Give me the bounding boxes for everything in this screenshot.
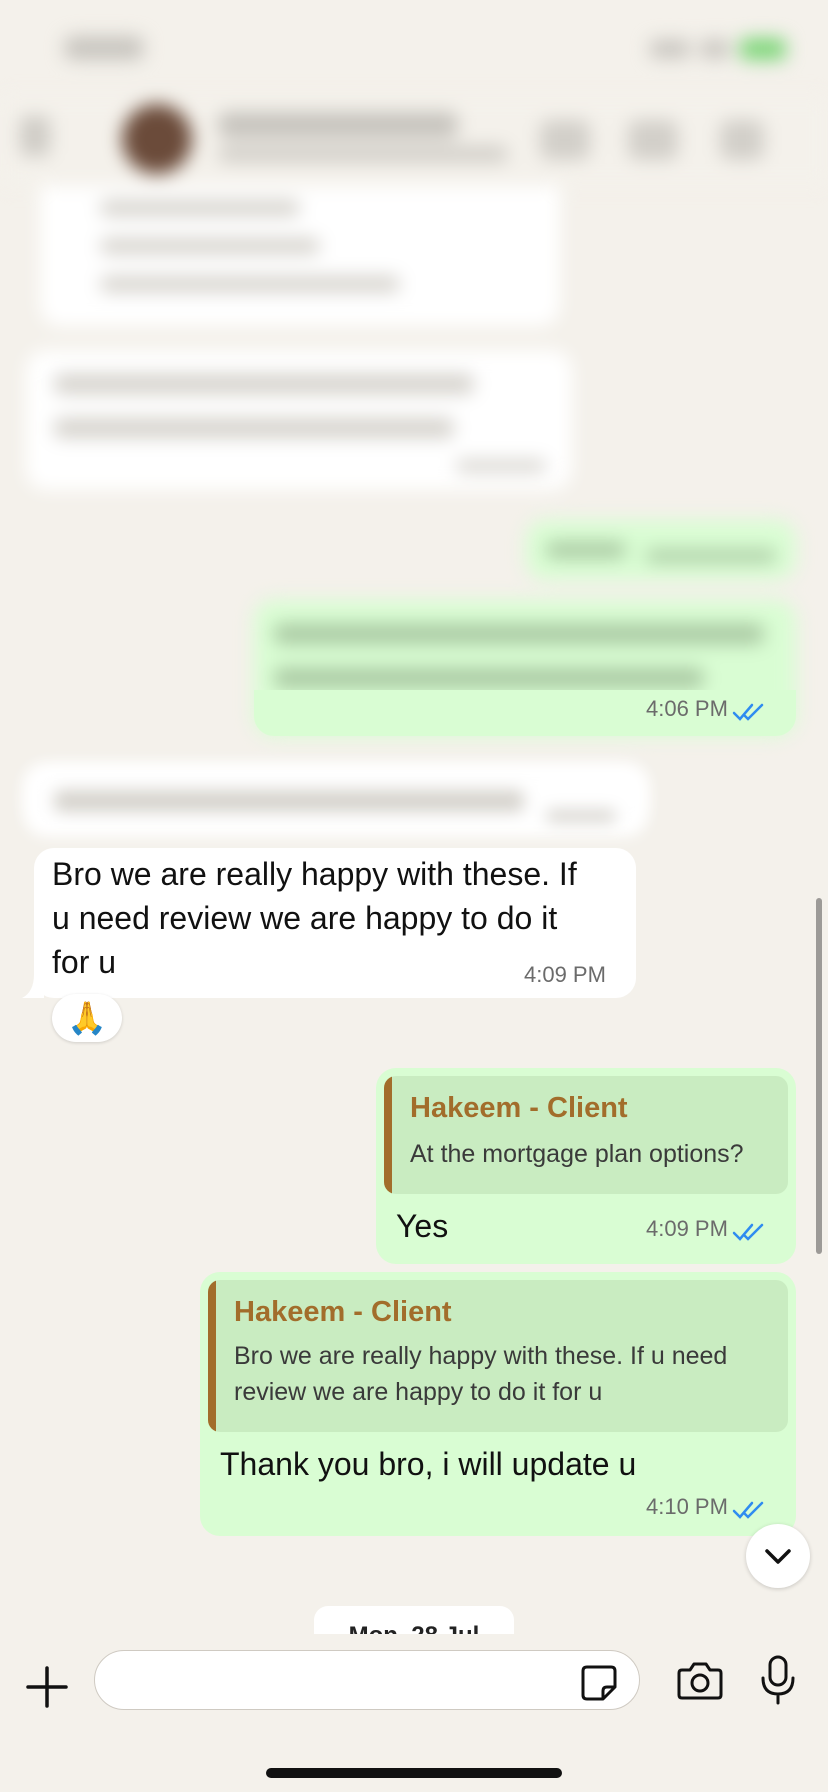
message-time: 4:06 PM	[646, 696, 728, 721]
status-bar	[0, 0, 828, 96]
chevron-down-icon	[765, 1549, 791, 1564]
quote-sender-name: Hakeem - Client	[234, 1296, 452, 1328]
double-check-icon	[733, 1501, 764, 1519]
earlier-outgoing-bubble[interactable]: 4:06 PM	[254, 690, 796, 736]
blurred-region	[0, 0, 828, 826]
quote-text-line: review we are happy to do it for u	[234, 1378, 603, 1406]
reaction-emoji: 🙏	[67, 1000, 107, 1036]
home-indicator	[266, 1768, 562, 1778]
blurred-incoming-message	[26, 766, 646, 836]
message-text-line: u need review we are happy to do it	[52, 900, 558, 936]
bubble-tail	[22, 974, 44, 998]
chat-header	[0, 96, 828, 186]
message-input-field[interactable]	[115, 1661, 559, 1699]
plus-icon	[26, 1666, 68, 1708]
message-text-line: Bro we are really happy with these. If	[52, 856, 577, 892]
quote-accent-bar	[384, 1076, 392, 1194]
double-check-icon	[733, 703, 764, 721]
double-check-icon	[733, 1223, 764, 1241]
reaction-badge[interactable]: 🙏	[52, 994, 122, 1042]
message-input[interactable]	[94, 1650, 640, 1710]
message-text: Yes	[396, 1208, 449, 1244]
sticker-icon	[581, 1665, 617, 1701]
scrollbar[interactable]	[816, 898, 822, 1254]
quote-sender-name: Hakeem - Client	[410, 1092, 628, 1124]
camera-icon	[677, 1662, 723, 1700]
message-text-line: for u	[52, 944, 117, 980]
message-time: 4:10 PM	[646, 1494, 728, 1519]
camera-button[interactable]	[676, 1658, 724, 1702]
message-time: 4:09 PM	[646, 1216, 728, 1241]
quote-accent-bar	[208, 1280, 216, 1432]
outgoing-message-bubble[interactable]: Hakeem - Client At the mortgage plan opt…	[376, 1068, 796, 1264]
message-time: 4:09 PM	[524, 962, 606, 987]
quote-text: At the mortgage plan options?	[410, 1140, 744, 1168]
attach-button[interactable]	[24, 1664, 70, 1710]
reply-quote[interactable]: Hakeem - Client At the mortgage plan opt…	[384, 1076, 788, 1194]
microphone-icon	[761, 1655, 795, 1705]
quote-text-line: Bro we are really happy with these. If u…	[234, 1342, 728, 1370]
reply-quote[interactable]: Hakeem - Client Bro we are really happy …	[208, 1280, 788, 1432]
incoming-message-bubble[interactable]: Bro we are really happy with these. If u…	[34, 848, 636, 998]
message-text: Thank you bro, i will update u	[220, 1446, 637, 1482]
scroll-to-bottom-button[interactable]	[746, 1524, 810, 1588]
outgoing-message-bubble[interactable]: Hakeem - Client Bro we are really happy …	[200, 1272, 796, 1536]
sticker-button[interactable]	[579, 1663, 619, 1703]
composer-bar	[0, 1634, 828, 1792]
voice-message-button[interactable]	[758, 1654, 798, 1706]
